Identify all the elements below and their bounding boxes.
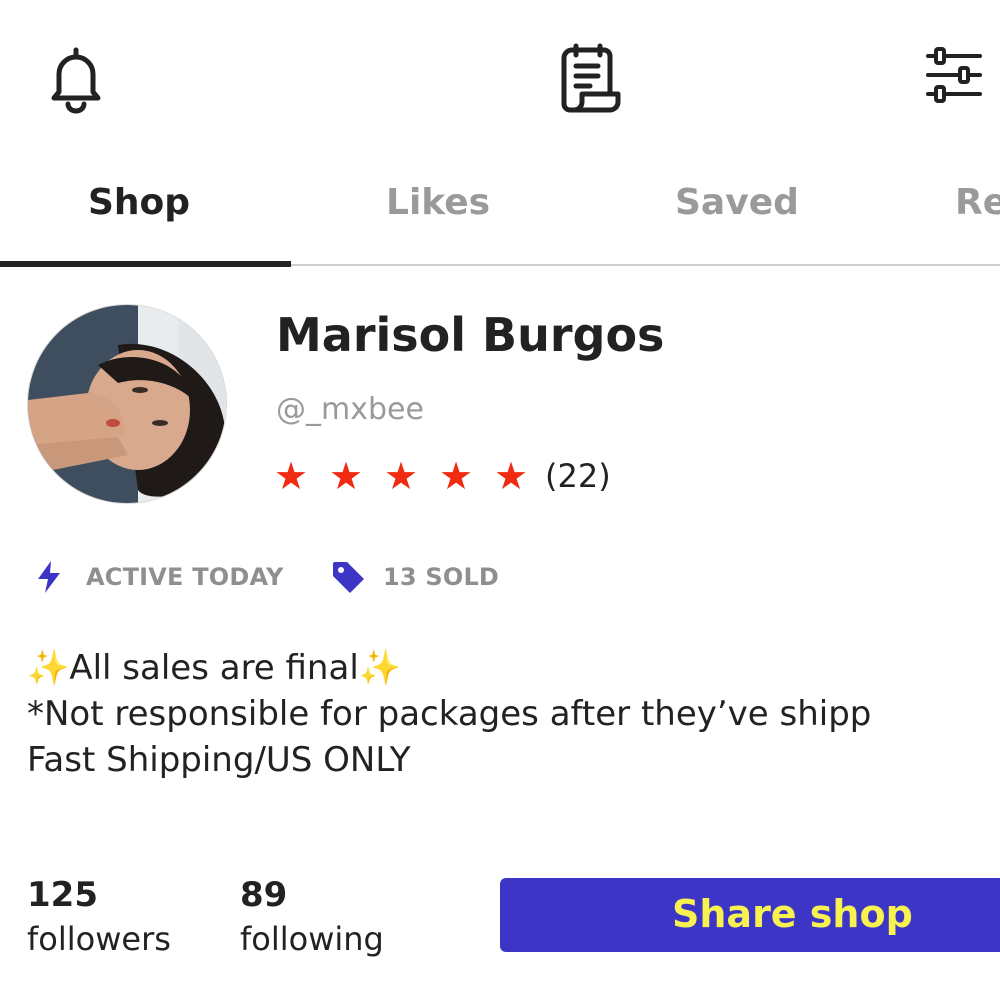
star-icon: ★ [439, 454, 474, 498]
profile-name: Marisol Burgos [276, 308, 665, 362]
star-icon: ★ [494, 454, 529, 498]
star-icon: ★ [274, 454, 309, 498]
star-icon: ★ [384, 454, 419, 498]
rating-stars[interactable]: ★ ★ ★ ★ ★ (22) [274, 454, 611, 498]
active-label: ACTIVE TODAY [86, 563, 284, 591]
tag-icon [333, 562, 364, 593]
star-icon: ★ [329, 454, 364, 498]
following-label[interactable]: following [240, 920, 384, 958]
share-shop-label: Share shop [672, 892, 913, 936]
review-count: (22) [545, 457, 611, 495]
receipt-icon[interactable] [556, 42, 624, 114]
lightning-icon [38, 561, 60, 593]
active-tab-indicator [0, 261, 291, 267]
tab-saved[interactable]: Saved [675, 182, 799, 232]
bio-line: Fast Shipping/US ONLY [27, 740, 411, 780]
sold-count: 13 SOLD [330, 560, 499, 594]
tab-likes[interactable]: Likes [386, 182, 490, 232]
share-shop-button[interactable]: Share shop [500, 878, 1000, 952]
profile-handle: @_mxbee [276, 392, 424, 427]
shop-bio: ✨All sales are final✨ *Not responsible f… [27, 645, 1000, 783]
sold-label: 13 SOLD [383, 563, 500, 591]
sliders-icon[interactable] [924, 44, 984, 106]
bio-line: ✨All sales are final✨ [27, 648, 402, 688]
avatar[interactable] [27, 304, 227, 504]
following-count[interactable]: 89 [240, 875, 287, 915]
bell-icon[interactable] [46, 44, 106, 114]
bio-line: *Not responsible for packages after they… [27, 694, 872, 734]
followers-label[interactable]: followers [27, 920, 171, 958]
active-status: ACTIVE TODAY [36, 560, 284, 594]
followers-count[interactable]: 125 [27, 875, 98, 915]
tab-reviews[interactable]: Re [955, 182, 1000, 232]
tab-shop[interactable]: Shop [88, 182, 190, 232]
